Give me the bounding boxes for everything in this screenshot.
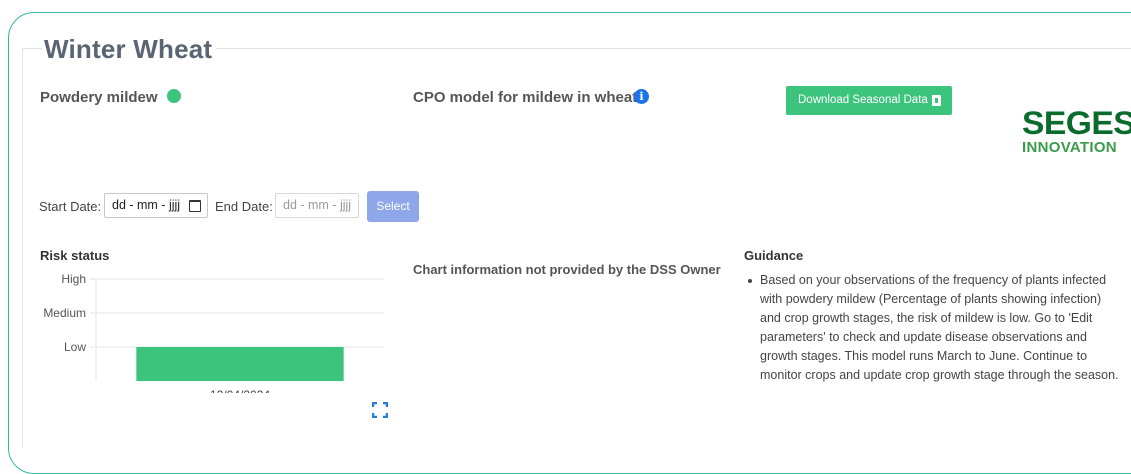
y-tick-label: High — [61, 272, 86, 286]
guidance-item: Based on your observations of the freque… — [748, 271, 1120, 385]
seges-logo: SEGES — [1022, 105, 1131, 141]
start-date-label: Start Date: — [39, 199, 102, 214]
end-date-value: dd - mm - jjjj — [283, 198, 352, 212]
seges-logo-sub: INNOVATION — [1022, 139, 1117, 156]
info-icon[interactable]: i — [634, 89, 649, 104]
guidance-list: Based on your observations of the freque… — [744, 271, 1120, 385]
y-tick-label: Medium — [43, 306, 86, 320]
risk-status-title: Risk status — [40, 248, 110, 263]
end-date-input[interactable]: dd - mm - jjjj — [275, 193, 359, 218]
file-download-icon — [932, 95, 941, 106]
select-button[interactable]: Select — [367, 191, 419, 222]
crop-title: Winter Wheat — [42, 34, 217, 65]
start-date-input[interactable]: dd - mm - jjjj — [104, 193, 208, 218]
x-tick-label: 12/04/2024 — [210, 388, 270, 393]
fieldset-border-left — [22, 48, 23, 448]
risk-status-dot — [167, 89, 181, 103]
model-card — [8, 12, 1131, 474]
risk-status-chart: Low Medium High 12/04/2024 — [43, 272, 384, 393]
end-date-label: End Date: — [215, 199, 273, 214]
chart-info-note: Chart information not provided by the DS… — [413, 262, 721, 277]
start-date-value: dd - mm - jjjj — [112, 198, 181, 212]
expand-icon[interactable] — [372, 402, 388, 418]
disease-name: Powdery mildew — [40, 89, 158, 106]
calendar-icon[interactable] — [189, 200, 201, 212]
download-button-label: Download Seasonal Data — [798, 94, 928, 106]
guidance-title: Guidance — [744, 248, 804, 263]
download-seasonal-data-button[interactable]: Download Seasonal Data — [786, 86, 952, 115]
y-tick-label: Low — [64, 340, 86, 354]
risk-bar[interactable] — [136, 347, 344, 381]
model-title: CPO model for mildew in wheat — [413, 89, 638, 106]
